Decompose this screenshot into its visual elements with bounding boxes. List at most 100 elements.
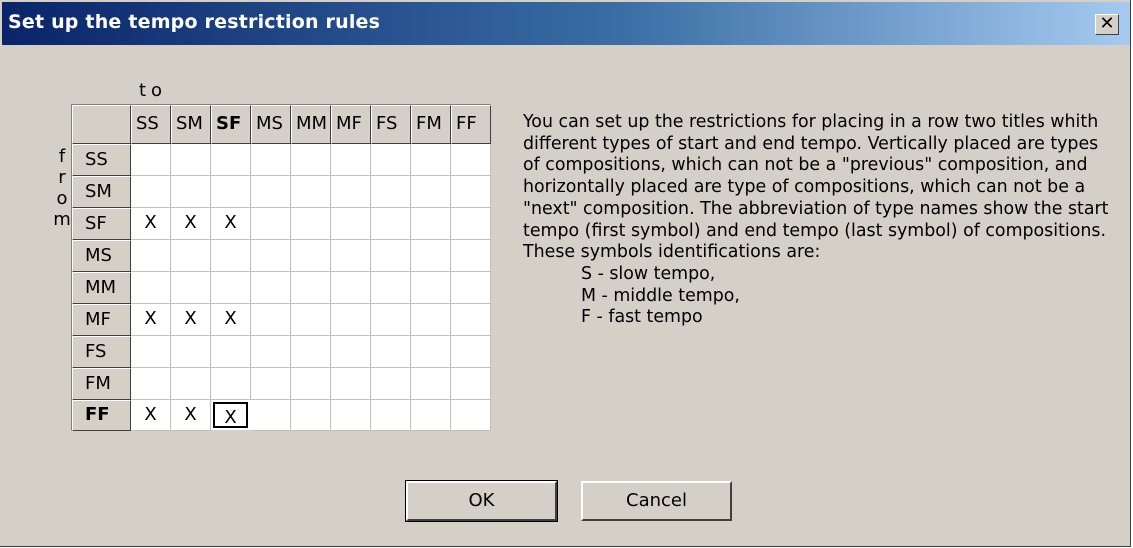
grid-cell[interactable] bbox=[331, 144, 371, 176]
grid-cell[interactable] bbox=[211, 336, 251, 368]
grid-cell[interactable] bbox=[211, 368, 251, 400]
column-header-ff[interactable]: FF bbox=[451, 105, 491, 144]
grid-cell[interactable] bbox=[291, 208, 331, 240]
grid-cell[interactable] bbox=[291, 176, 331, 208]
grid-cell[interactable]: X bbox=[131, 400, 171, 431]
grid-cell[interactable]: X bbox=[131, 208, 171, 240]
cancel-button[interactable]: Cancel bbox=[581, 481, 732, 521]
grid-cell[interactable] bbox=[331, 208, 371, 240]
grid-cell[interactable]: X bbox=[213, 402, 248, 428]
grid-cell[interactable] bbox=[291, 240, 331, 272]
close-button[interactable]: ✕ bbox=[1095, 14, 1119, 35]
ok-button[interactable]: OK bbox=[405, 480, 558, 522]
grid-cell[interactable] bbox=[131, 176, 171, 208]
grid-cell[interactable]: X bbox=[211, 304, 251, 336]
row-header-fs[interactable]: FS bbox=[72, 336, 131, 368]
row-header-fm[interactable]: FM bbox=[72, 368, 131, 400]
grid-cell[interactable] bbox=[371, 144, 411, 176]
grid-cell[interactable] bbox=[171, 368, 211, 400]
grid-cell[interactable] bbox=[291, 304, 331, 336]
grid-cell[interactable] bbox=[451, 208, 491, 240]
grid-cell[interactable] bbox=[251, 336, 291, 368]
column-header-mf[interactable]: MF bbox=[331, 105, 371, 144]
grid-cell[interactable] bbox=[171, 176, 211, 208]
grid-cell[interactable] bbox=[411, 176, 451, 208]
grid-cell[interactable] bbox=[131, 368, 171, 400]
grid-cell[interactable] bbox=[371, 208, 411, 240]
grid-cell[interactable] bbox=[371, 336, 411, 368]
grid-cell[interactable] bbox=[251, 144, 291, 176]
grid-cell[interactable] bbox=[211, 272, 251, 304]
grid-cell[interactable] bbox=[251, 176, 291, 208]
grid-cell[interactable] bbox=[331, 240, 371, 272]
grid-cell[interactable] bbox=[451, 144, 491, 176]
grid-cell[interactable] bbox=[451, 400, 491, 431]
grid-cell[interactable] bbox=[371, 176, 411, 208]
grid-cell[interactable] bbox=[371, 272, 411, 304]
grid-cell[interactable] bbox=[331, 304, 371, 336]
grid-cell[interactable]: X bbox=[171, 208, 211, 240]
grid-cell[interactable] bbox=[291, 272, 331, 304]
column-header-sf[interactable]: SF bbox=[211, 105, 251, 144]
grid-cell[interactable] bbox=[411, 272, 451, 304]
grid-cell[interactable] bbox=[411, 336, 451, 368]
grid-cell[interactable]: X bbox=[171, 304, 211, 336]
grid-cell[interactable] bbox=[211, 176, 251, 208]
grid-cell[interactable] bbox=[411, 368, 451, 400]
grid-cell[interactable] bbox=[451, 336, 491, 368]
grid-cell[interactable] bbox=[411, 144, 451, 176]
row-header-ms[interactable]: MS bbox=[72, 240, 131, 272]
grid-cell[interactable]: X bbox=[171, 400, 211, 431]
grid-cell[interactable] bbox=[251, 400, 291, 431]
grid-cell[interactable] bbox=[451, 176, 491, 208]
grid-cell[interactable] bbox=[131, 272, 171, 304]
grid-cell[interactable] bbox=[411, 240, 451, 272]
grid-cell[interactable] bbox=[331, 176, 371, 208]
grid-cell[interactable] bbox=[291, 400, 331, 431]
row-header-mf[interactable]: MF bbox=[72, 304, 131, 336]
grid-cell[interactable] bbox=[211, 240, 251, 272]
grid-cell[interactable] bbox=[131, 144, 171, 176]
grid-cell[interactable] bbox=[211, 144, 251, 176]
grid-cell[interactable] bbox=[411, 304, 451, 336]
grid-cell[interactable] bbox=[131, 336, 171, 368]
grid-cell[interactable] bbox=[291, 368, 331, 400]
grid-cell[interactable] bbox=[251, 368, 291, 400]
restriction-grid[interactable]: SS SM SF MS MM MF FS FM FF SS SM SF X X X MS MM MF X X X FS FM… bbox=[71, 104, 491, 431]
grid-cell[interactable] bbox=[451, 368, 491, 400]
grid-cell[interactable] bbox=[371, 240, 411, 272]
grid-cell[interactable] bbox=[451, 304, 491, 336]
grid-cell[interactable] bbox=[251, 272, 291, 304]
grid-cell[interactable] bbox=[171, 144, 211, 176]
row-header-sf[interactable]: SF bbox=[72, 208, 131, 240]
grid-cell[interactable] bbox=[251, 304, 291, 336]
grid-cell[interactable] bbox=[331, 400, 371, 431]
grid-cell[interactable]: X bbox=[131, 304, 171, 336]
row-header-sm[interactable]: SM bbox=[72, 176, 131, 208]
grid-cell[interactable] bbox=[451, 272, 491, 304]
column-header-sm[interactable]: SM bbox=[171, 105, 211, 144]
grid-cell[interactable] bbox=[251, 240, 291, 272]
grid-cell[interactable] bbox=[331, 272, 371, 304]
row-header-ss[interactable]: SS bbox=[72, 144, 131, 176]
grid-cell[interactable] bbox=[331, 368, 371, 400]
column-header-fs[interactable]: FS bbox=[371, 105, 411, 144]
grid-cell[interactable] bbox=[171, 272, 211, 304]
grid-cell[interactable] bbox=[411, 400, 451, 431]
grid-cell[interactable] bbox=[371, 304, 411, 336]
grid-cell[interactable] bbox=[171, 240, 211, 272]
grid-cell[interactable] bbox=[331, 336, 371, 368]
grid-cell[interactable] bbox=[251, 208, 291, 240]
grid-cell[interactable] bbox=[371, 400, 411, 431]
grid-cell[interactable]: X bbox=[211, 208, 251, 240]
column-header-ss[interactable]: SS bbox=[131, 105, 171, 144]
column-header-ms[interactable]: MS bbox=[251, 105, 291, 144]
row-header-ff[interactable]: FF bbox=[72, 400, 131, 431]
column-header-mm[interactable]: MM bbox=[291, 105, 331, 144]
grid-cell[interactable] bbox=[291, 336, 331, 368]
grid-cell[interactable] bbox=[291, 144, 331, 176]
grid-cell[interactable] bbox=[411, 208, 451, 240]
row-header-mm[interactable]: MM bbox=[72, 272, 131, 304]
column-header-fm[interactable]: FM bbox=[411, 105, 451, 144]
grid-cell[interactable] bbox=[451, 240, 491, 272]
